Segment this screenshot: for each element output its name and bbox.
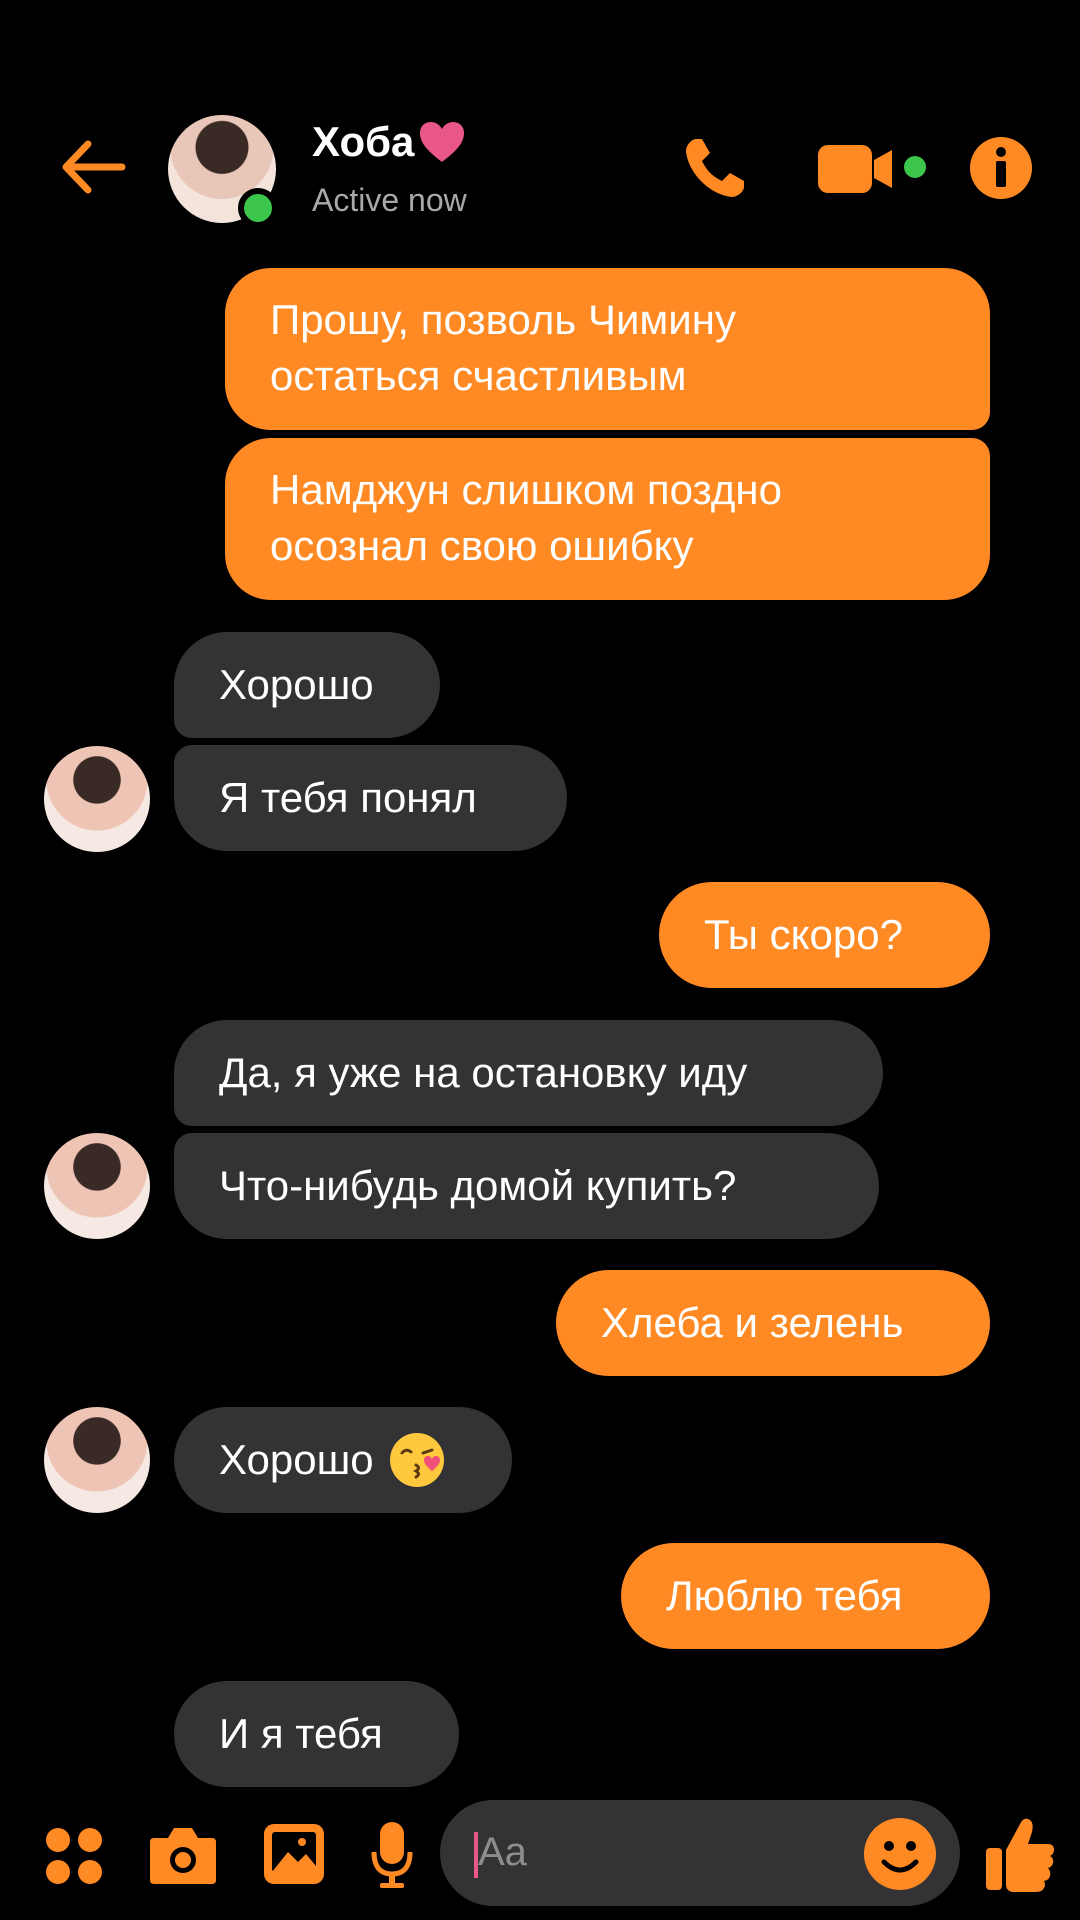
like-button[interactable] (984, 1814, 1056, 1894)
message-text: Хорошо (219, 661, 374, 708)
info-icon (970, 137, 1032, 199)
camera-icon (150, 1828, 216, 1884)
heart-icon (420, 122, 465, 162)
message-bubble-incoming[interactable]: Я тебя понял (174, 745, 567, 851)
emoji-icon (864, 1818, 936, 1890)
video-camera-icon (818, 145, 926, 193)
message-bubble-outgoing[interactable]: Прошу, позволь Чимину остаться счастливы… (225, 268, 990, 430)
message-line: Прошу, позволь Чимину (270, 296, 736, 343)
emoji-button[interactable] (862, 1816, 938, 1892)
composer-bar: Aa (0, 1790, 1080, 1920)
back-arrow-icon (62, 140, 126, 194)
video-call-button[interactable] (818, 142, 928, 196)
microphone-icon (371, 1822, 413, 1888)
chat-header: Хоба Active now (0, 100, 1080, 235)
image-icon (264, 1824, 324, 1884)
message-bubble-outgoing[interactable]: Ты скоро? (659, 882, 990, 988)
gallery-button[interactable] (262, 1822, 326, 1886)
sender-avatar[interactable] (44, 1407, 150, 1513)
message-text: Да, я уже на остановку иду (219, 1049, 748, 1096)
contact-name-text: Хоба (312, 118, 415, 165)
message-text: Что-нибудь домой купить? (219, 1162, 737, 1209)
message-bubble-incoming[interactable]: Хорошо (174, 1407, 512, 1513)
message-text: Хорошо (219, 1436, 374, 1483)
message-text: Люблю тебя (666, 1572, 903, 1619)
message-line: осознал свою ошибку (270, 522, 694, 569)
info-button[interactable] (969, 136, 1033, 200)
phone-icon (686, 139, 744, 197)
contact-name[interactable]: Хоба (312, 118, 466, 166)
message-bubble-incoming[interactable]: Да, я уже на остановку иду (174, 1020, 883, 1126)
online-indicator (238, 188, 278, 228)
message-bubble-incoming[interactable]: Что-нибудь домой купить? (174, 1133, 879, 1239)
message-bubble-incoming[interactable]: И я тебя (174, 1681, 459, 1787)
back-button[interactable] (58, 132, 128, 202)
call-button[interactable] (680, 133, 750, 203)
more-actions-button[interactable] (44, 1826, 104, 1886)
message-text: И я тебя (219, 1710, 383, 1757)
kissing-face-with-heart-emoji (389, 1433, 444, 1487)
message-bubble-outgoing[interactable]: Хлеба и зелень (556, 1270, 990, 1376)
message-line: Намджун слишком поздно (270, 466, 782, 513)
message-bubble-incoming[interactable]: Хорошо (174, 632, 440, 738)
sender-avatar[interactable] (44, 1133, 150, 1239)
chat-screen: Хоба Active now Прошу, позволь Чимину ос… (0, 0, 1080, 1920)
menu-grid-icon (46, 1828, 102, 1884)
message-input-placeholder: Aa (478, 1830, 527, 1874)
message-bubble-outgoing[interactable]: Люблю тебя (621, 1543, 990, 1649)
message-text: Ты скоро? (704, 911, 903, 958)
sender-avatar[interactable] (44, 746, 150, 852)
thumbs-up-icon (986, 1818, 1054, 1892)
message-text: Хлеба и зелень (601, 1299, 904, 1346)
camera-button[interactable] (148, 1824, 218, 1886)
message-text: Я тебя понял (219, 774, 477, 821)
message-bubble-outgoing[interactable]: Намджун слишком поздно осознал свою ошиб… (225, 438, 990, 600)
active-status: Active now (312, 182, 467, 218)
voice-message-button[interactable] (370, 1820, 414, 1890)
message-line: остаться счастливым (270, 352, 687, 399)
